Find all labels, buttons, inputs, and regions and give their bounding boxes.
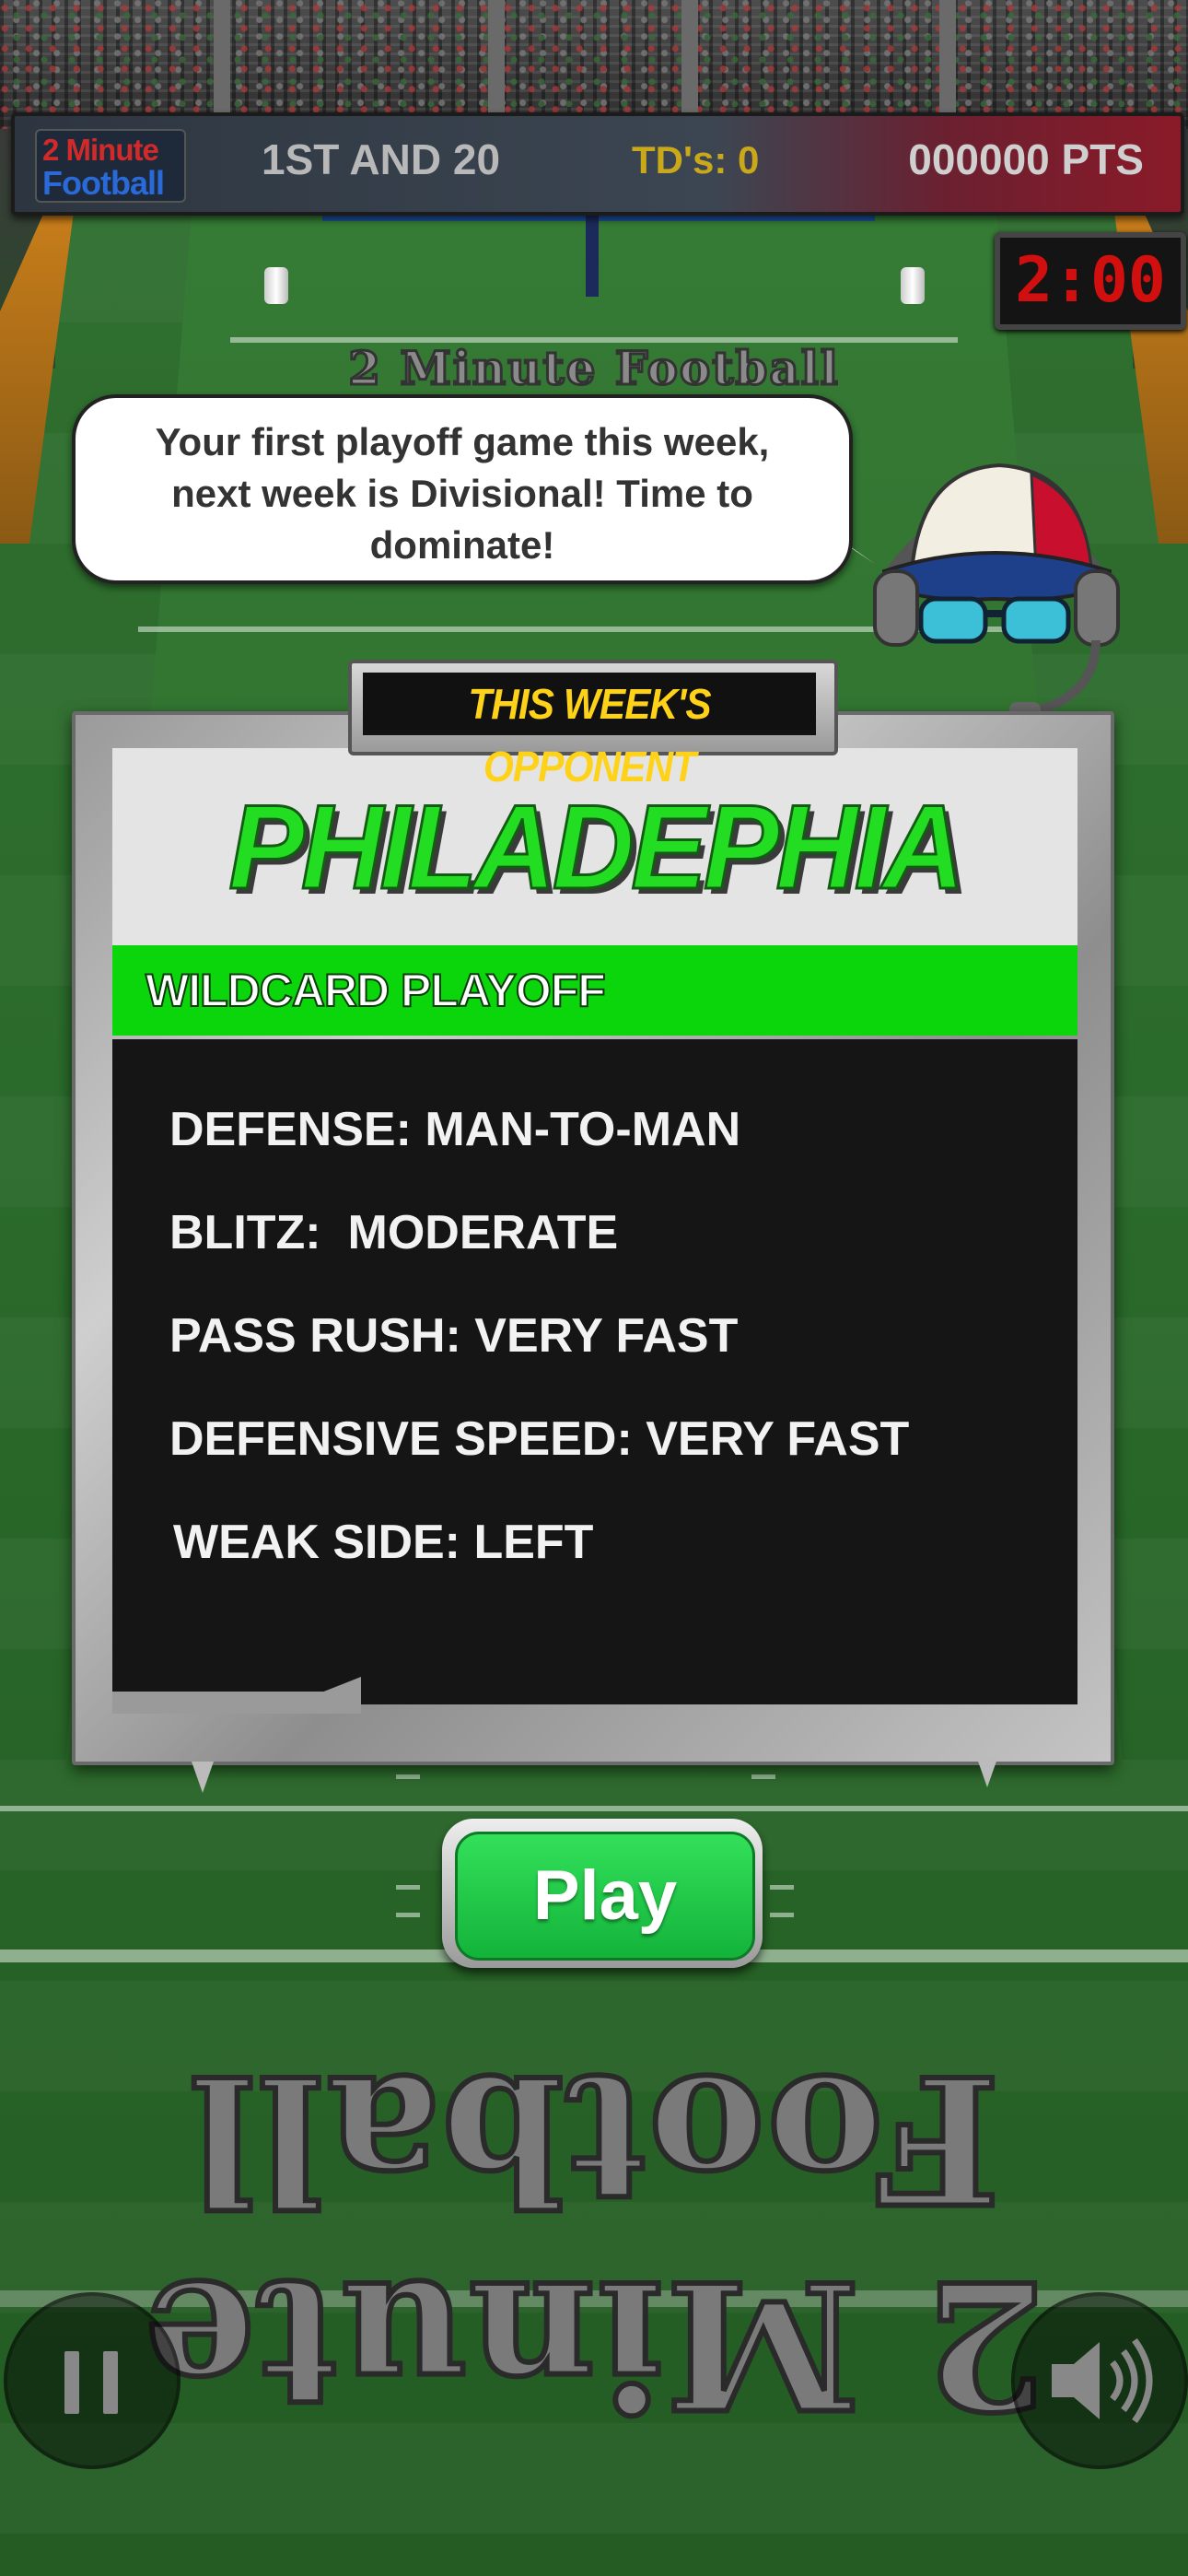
scoreboard-hud: 2 Minute Football 1ST AND 20 TD's: 0 000… bbox=[11, 112, 1184, 216]
stadium-crowd bbox=[0, 0, 1188, 129]
logo-line-1: 2 Minute bbox=[42, 133, 159, 167]
clock-value: 2:00 bbox=[1015, 244, 1166, 317]
round-label: WILDCARD PLAYOFF bbox=[145, 964, 607, 1017]
hash-mark bbox=[396, 1885, 420, 1890]
pylon-left bbox=[264, 267, 288, 304]
game-logo: 2 Minute Football bbox=[35, 129, 186, 203]
panel-arrow-right bbox=[976, 1756, 998, 1787]
down-and-distance: 1ST AND 20 bbox=[262, 135, 501, 183]
hash-mark bbox=[396, 1913, 420, 1917]
stat-weak-side: WEAK SIDE: LEFT bbox=[173, 1516, 594, 1569]
stat-blitz: BLITZ: MODERATE bbox=[169, 1206, 619, 1259]
touchdown-count: TD's: 0 bbox=[632, 138, 760, 181]
hash-mark bbox=[396, 1774, 420, 1779]
logo-line-2: Football bbox=[42, 164, 165, 202]
stat-defensive-speed: DEFENSIVE SPEED: VERY FAST bbox=[169, 1412, 910, 1466]
stat-pass-rush: PASS RUSH: VERY FAST bbox=[169, 1309, 739, 1363]
game-clock: 2:00 bbox=[995, 232, 1186, 330]
play-button-label: Play bbox=[532, 1856, 678, 1935]
coach-speech-bubble: Your first playoff game this week, next … bbox=[72, 394, 853, 584]
coach-icon bbox=[847, 433, 1142, 737]
opponent-panel: PHILADEPHIA WILDCARD PLAYOFF DEFENSE: MA… bbox=[72, 660, 1114, 1765]
goalpost bbox=[586, 208, 599, 297]
panel-arrow-left bbox=[192, 1762, 214, 1793]
play-button-frame: Play bbox=[442, 1819, 763, 1968]
opponent-tab-inner: THIS WEEK'S OPPONENT bbox=[363, 673, 816, 790]
pylon-right bbox=[901, 267, 925, 304]
opponent-tab: THIS WEEK'S OPPONENT bbox=[348, 660, 838, 790]
hash-mark bbox=[751, 1774, 775, 1779]
coach-speech-text: Your first playoff game this week, next … bbox=[155, 420, 770, 567]
stat-defense: DEFENSE: MAN-TO-MAN bbox=[169, 1103, 741, 1156]
opponent-tab-label: THIS WEEK'S OPPONENT bbox=[468, 680, 711, 790]
pause-button[interactable] bbox=[4, 2292, 181, 2469]
scouting-report: DEFENSE: MAN-TO-MAN BLITZ: MODERATE PASS… bbox=[112, 1039, 1077, 1704]
hash-mark bbox=[770, 1913, 794, 1917]
play-button[interactable]: Play bbox=[455, 1832, 755, 1961]
round-banner: WILDCARD PLAYOFF bbox=[112, 945, 1077, 1036]
sound-button[interactable] bbox=[1011, 2292, 1188, 2469]
points-score: 000000 PTS bbox=[908, 135, 1144, 183]
yard-line bbox=[0, 1806, 1188, 1811]
endzone-text-top: 2 Minute Football bbox=[347, 340, 840, 397]
hash-mark bbox=[770, 1885, 794, 1890]
